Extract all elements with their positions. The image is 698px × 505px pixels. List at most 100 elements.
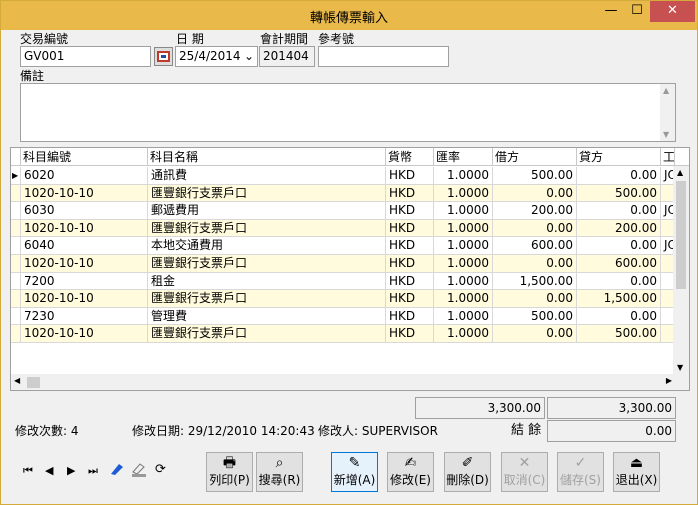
last-record-icon[interactable]: ⏭ bbox=[88, 464, 98, 478]
col-account-code[interactable]: 科目編號 bbox=[21, 148, 148, 166]
cell-debit[interactable]: 500.00 bbox=[493, 307, 577, 326]
grid-horizontal-scrollbar[interactable]: ◀ ▶ bbox=[11, 374, 675, 390]
cell-debit[interactable]: 200.00 bbox=[493, 202, 577, 220]
cell-name[interactable]: 匯豐銀行支票戶口 bbox=[148, 325, 386, 343]
col-credit[interactable]: 貸方 bbox=[577, 148, 661, 166]
cell-cur[interactable]: HKD bbox=[386, 272, 434, 291]
table-row[interactable]: 1020-10-10 匯豐銀行支票戶口 HKD 1.0000 0.00 500.00 bbox=[11, 325, 675, 343]
cell-code[interactable]: 7230 bbox=[21, 307, 148, 326]
cell-rate[interactable]: 1.0000 bbox=[434, 237, 493, 255]
txn-no-field[interactable]: GV001 bbox=[20, 46, 151, 67]
exit-button[interactable]: ⏏ 退出(X) bbox=[613, 452, 660, 492]
table-row[interactable]: 7230 管理費 HKD 1.0000 500.00 0.00 bbox=[11, 307, 675, 326]
cell-credit[interactable]: 0.00 bbox=[577, 307, 661, 326]
add-button[interactable]: ✎ 新增(A) bbox=[331, 452, 378, 492]
cell-name[interactable]: 租金 bbox=[148, 272, 386, 291]
cell-code[interactable]: 1020-10-10 bbox=[21, 325, 148, 343]
col-account-name[interactable]: 科目名稱 bbox=[148, 148, 386, 166]
cell-name[interactable]: 郵遞費用 bbox=[148, 202, 386, 220]
cell-rate[interactable]: 1.0000 bbox=[434, 307, 493, 326]
cell-rate[interactable]: 1.0000 bbox=[434, 202, 493, 220]
prev-record-icon[interactable]: ◀ bbox=[45, 464, 53, 478]
cell-name[interactable]: 匯豐銀行支票戶口 bbox=[148, 290, 386, 308]
cell-name[interactable]: 通訊費 bbox=[148, 167, 386, 185]
cell-rate[interactable]: 1.0000 bbox=[434, 219, 493, 238]
first-record-icon[interactable]: ⏮ bbox=[23, 464, 33, 478]
ref-field[interactable] bbox=[318, 46, 449, 67]
cancel-button[interactable]: ✕ 取消(C) bbox=[501, 452, 548, 492]
cell-credit[interactable]: 0.00 bbox=[577, 202, 661, 220]
cell-credit[interactable]: 600.00 bbox=[577, 255, 661, 273]
maximize-button[interactable]: ☐ bbox=[624, 1, 650, 22]
col-debit[interactable]: 借方 bbox=[493, 148, 577, 166]
minimize-button[interactable]: — bbox=[598, 1, 624, 22]
date-field[interactable]: 25/4/2014 ⌄ bbox=[175, 46, 258, 67]
cell-debit[interactable]: 0.00 bbox=[493, 255, 577, 273]
cell-credit[interactable]: 500.00 bbox=[577, 184, 661, 203]
cell-code[interactable]: 6030 bbox=[21, 202, 148, 220]
cell-code[interactable]: 1020-10-10 bbox=[21, 219, 148, 238]
cell-cur[interactable]: HKD bbox=[386, 167, 434, 185]
scroll-down-icon[interactable]: ▼ bbox=[677, 363, 683, 372]
search-button[interactable]: ⌕ 搜尋(R) bbox=[256, 452, 303, 492]
cell-rate[interactable]: 1.0000 bbox=[434, 290, 493, 308]
delete-button[interactable]: ✐ 刪除(D) bbox=[444, 452, 491, 492]
cell-cur[interactable]: HKD bbox=[386, 237, 434, 255]
edit-button[interactable]: ✍ 修改(E) bbox=[387, 452, 434, 492]
scroll-left-icon[interactable]: ◀ bbox=[14, 376, 20, 385]
cell-name[interactable]: 匯豐銀行支票戶口 bbox=[148, 255, 386, 273]
remark-textarea[interactable]: ▲ ▼ bbox=[20, 83, 676, 142]
print-button[interactable]: 🖶 列印(P) bbox=[206, 452, 253, 492]
cell-cur[interactable]: HKD bbox=[386, 307, 434, 326]
cell-debit[interactable]: 500.00 bbox=[493, 167, 577, 185]
cell-credit[interactable]: 0.00 bbox=[577, 272, 661, 291]
cell-debit[interactable]: 0.00 bbox=[493, 290, 577, 308]
cell-credit[interactable]: 0.00 bbox=[577, 237, 661, 255]
scroll-right-icon[interactable]: ▶ bbox=[666, 376, 672, 385]
table-row[interactable]: 1020-10-10 匯豐銀行支票戶口 HKD 1.0000 0.00 200.00 bbox=[11, 219, 675, 238]
grid-vscroll-thumb[interactable] bbox=[676, 181, 686, 289]
scroll-up-icon[interactable]: ▲ bbox=[677, 168, 683, 177]
col-rate[interactable]: 匯率 bbox=[434, 148, 493, 166]
cell-rate[interactable]: 1.0000 bbox=[434, 184, 493, 203]
grid-hscroll-thumb[interactable] bbox=[27, 377, 40, 388]
refresh-icon[interactable]: ⟳ bbox=[155, 463, 166, 477]
table-row[interactable]: 6030郵遞費用HKD1.0000200.000.00JO bbox=[11, 202, 675, 220]
cell-debit[interactable]: 1,500.00 bbox=[493, 272, 577, 291]
cell-code[interactable]: 7200 bbox=[21, 272, 148, 291]
cell-name[interactable]: 匯豐銀行支票戶口 bbox=[148, 219, 386, 238]
chevron-down-icon[interactable]: ⌄ bbox=[244, 47, 254, 66]
col-extra[interactable]: 工 bbox=[661, 148, 675, 166]
cell-cur[interactable]: HKD bbox=[386, 325, 434, 343]
table-row[interactable]: 1020-10-10 匯豐銀行支票戶口 HKD 1.0000 0.00 600.00 bbox=[11, 255, 675, 273]
col-currency[interactable]: 貨幣 bbox=[386, 148, 434, 166]
cell-credit[interactable]: 1,500.00 bbox=[577, 290, 661, 308]
cell-cur[interactable]: HKD bbox=[386, 219, 434, 238]
save-button[interactable]: ✓ 儲存(S) bbox=[557, 452, 604, 492]
cell-debit[interactable]: 0.00 bbox=[493, 325, 577, 343]
cell-code[interactable]: 1020-10-10 bbox=[21, 255, 148, 273]
cell-debit[interactable]: 0.00 bbox=[493, 184, 577, 203]
close-button[interactable]: ✕ bbox=[650, 1, 695, 22]
cell-credit[interactable]: 200.00 bbox=[577, 219, 661, 238]
cell-rate[interactable]: 1.0000 bbox=[434, 325, 493, 343]
goto-icon[interactable] bbox=[131, 462, 147, 478]
cell-code[interactable]: 6020 bbox=[21, 167, 148, 185]
bookmark-icon[interactable] bbox=[109, 462, 125, 476]
cell-debit[interactable]: 0.00 bbox=[493, 219, 577, 238]
cell-debit[interactable]: 600.00 bbox=[493, 237, 577, 255]
table-row[interactable]: 7200 租金 HKD 1.0000 1,500.00 0.00 bbox=[11, 272, 675, 291]
table-row[interactable]: 1020-10-10 匯豐銀行支票戶口 HKD 1.0000 0.00 1,500.00 bbox=[11, 290, 675, 308]
table-row[interactable]: 6040本地交通費用HKD1.0000600.000.00JO bbox=[11, 237, 675, 255]
grid-vertical-scrollbar[interactable]: ▲ ▼ bbox=[673, 166, 689, 390]
cell-code[interactable]: 1020-10-10 bbox=[21, 184, 148, 203]
cell-rate[interactable]: 1.0000 bbox=[434, 167, 493, 185]
cell-credit[interactable]: 0.00 bbox=[577, 167, 661, 185]
table-row[interactable]: ▶6020通訊費HKD1.0000500.000.00JO bbox=[11, 167, 675, 185]
cell-cur[interactable]: HKD bbox=[386, 184, 434, 203]
cell-name[interactable]: 管理費 bbox=[148, 307, 386, 326]
cell-code[interactable]: 6040 bbox=[21, 237, 148, 255]
table-row[interactable]: 1020-10-10 匯豐銀行支票戶口 HKD 1.0000 0.00 500.00 bbox=[11, 184, 675, 203]
cell-name[interactable]: 匯豐銀行支票戶口 bbox=[148, 184, 386, 203]
cell-name[interactable]: 本地交通費用 bbox=[148, 237, 386, 255]
